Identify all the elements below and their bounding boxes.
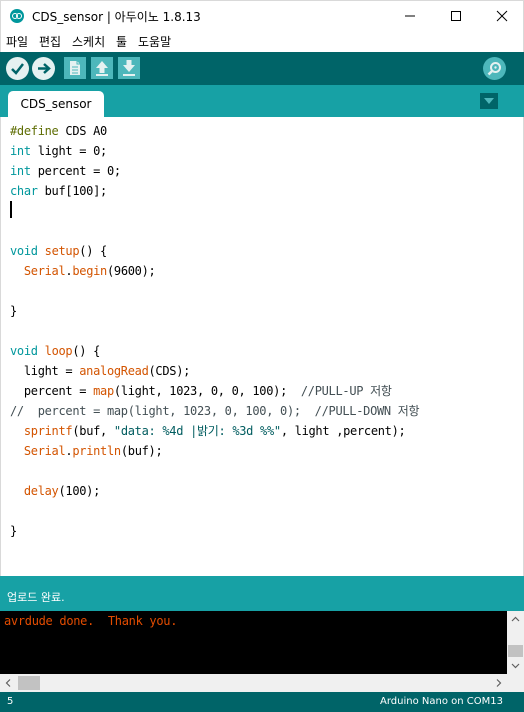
upload-button[interactable] <box>32 57 55 80</box>
check-icon <box>11 63 24 75</box>
code-line: int light = 0; <box>10 144 107 158</box>
console-output[interactable]: avrdude done. Thank you. <box>0 611 507 674</box>
title-bar: CDS_sensor | 아두이노 1.8.13 <box>0 0 524 30</box>
scroll-down-button[interactable] <box>507 657 524 674</box>
code-line: } <box>10 304 17 318</box>
save-button[interactable] <box>118 57 140 79</box>
minimize-icon <box>405 15 415 17</box>
console-horizontal-scrollbar[interactable] <box>0 674 524 692</box>
tab-menu-button[interactable] <box>480 93 498 109</box>
line-number: 5 <box>7 696 14 707</box>
status-bar: 업로드 완료. <box>0 576 524 611</box>
board-info: Arduino Nano on COM13 <box>380 696 503 707</box>
menu-file[interactable]: 파일 <box>6 33 28 50</box>
window-title: CDS_sensor | 아두이노 1.8.13 <box>32 10 201 24</box>
tab-cds-sensor[interactable]: CDS_sensor <box>8 91 104 117</box>
maximize-icon <box>451 11 461 21</box>
console-vertical-scrollbar[interactable] <box>507 611 524 674</box>
code-editor[interactable]: #define CDS A0 int light = 0; int percent … <box>0 117 524 576</box>
arduino-logo-icon <box>10 9 24 23</box>
code-line: Serial.println(buf); <box>23 444 163 458</box>
tab-bar: CDS_sensor <box>0 85 524 117</box>
bottom-status-bar: 5 Arduino Nano on COM13 <box>0 692 524 712</box>
code-line: } <box>10 524 17 538</box>
menu-bar: 파일 편집 스케치 툴 도움말 <box>0 30 524 52</box>
chevron-right-icon <box>496 679 502 687</box>
chevron-up-icon <box>511 616 520 622</box>
horizontal-scroll-thumb[interactable] <box>18 676 40 690</box>
code-line: #define CDS A0 <box>10 124 107 138</box>
code-line: sprintf(buf, "data: %4d |밝기: %3d %%", li… <box>23 424 406 438</box>
code-line: light = analogRead(CDS); <box>10 364 191 378</box>
minimize-button[interactable] <box>387 1 433 31</box>
upload-arrow-icon <box>96 61 108 76</box>
code-line: void loop() { <box>10 344 101 358</box>
verify-button[interactable] <box>6 57 29 80</box>
chevron-left-icon <box>5 679 11 687</box>
open-button[interactable] <box>91 57 113 79</box>
triangle-down-icon <box>484 98 494 104</box>
code-line: // percent = map(light, 1023, 0, 100, 0)… <box>10 404 420 418</box>
chevron-down-icon <box>511 663 520 669</box>
arrow-right-icon <box>38 63 51 74</box>
scroll-left-button[interactable] <box>0 674 17 692</box>
close-button[interactable] <box>479 1 524 31</box>
status-message: 업로드 완료. <box>7 591 65 604</box>
new-file-icon <box>70 61 80 75</box>
scroll-right-button[interactable] <box>490 674 507 692</box>
code-line: delay(100); <box>23 484 101 498</box>
tab-label: CDS_sensor <box>20 97 92 111</box>
new-sketch-button[interactable] <box>64 57 86 79</box>
code-lines: #define CDS A0 int light = 0; int percent … <box>10 121 420 541</box>
menu-sketch[interactable]: 스케치 <box>72 33 105 50</box>
text-cursor <box>10 201 12 218</box>
serial-monitor-button[interactable] <box>483 57 506 80</box>
vertical-scroll-thumb[interactable] <box>508 645 523 657</box>
magnifier-icon <box>487 62 501 76</box>
download-arrow-icon <box>123 60 135 76</box>
maximize-button[interactable] <box>433 1 479 31</box>
code-line: char buf[100]; <box>10 184 107 198</box>
menu-help[interactable]: 도움말 <box>138 33 171 50</box>
close-icon <box>496 10 508 22</box>
toolbar <box>0 52 524 85</box>
code-line: percent = map(light, 1023, 0, 0, 100); /… <box>10 384 392 398</box>
code-line: Serial.begin(9600); <box>23 264 156 278</box>
menu-tools[interactable]: 툴 <box>116 33 127 50</box>
menu-edit[interactable]: 편집 <box>39 33 61 50</box>
code-line: int percent = 0; <box>10 164 121 178</box>
console-text: avrdude done. Thank you. <box>4 614 178 628</box>
code-line: void setup() { <box>10 244 107 258</box>
scroll-up-button[interactable] <box>507 611 524 628</box>
